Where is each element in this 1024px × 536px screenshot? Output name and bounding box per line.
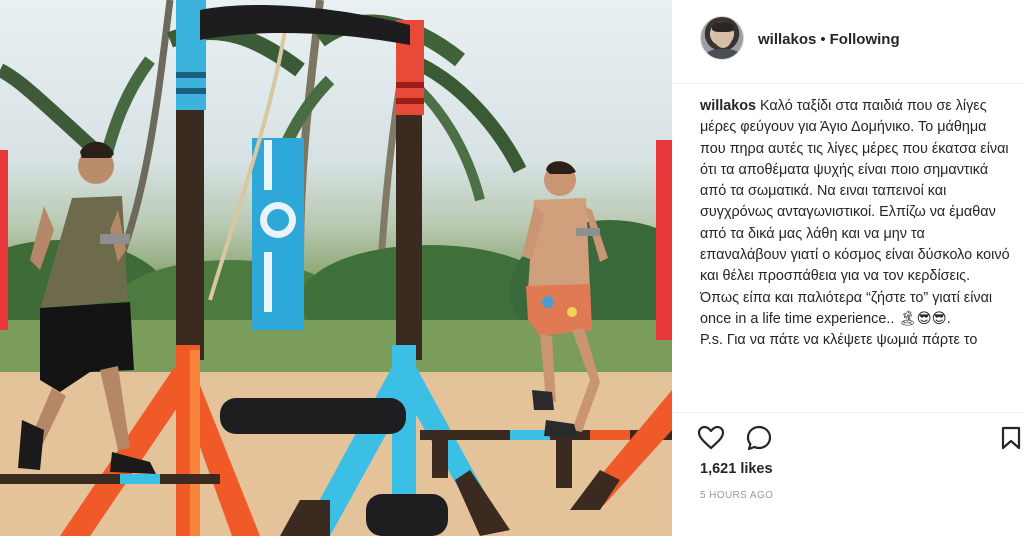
following-button[interactable]: Following bbox=[830, 31, 900, 48]
photo-scene bbox=[0, 0, 672, 536]
post-timestamp[interactable]: 5 HOURS AGO bbox=[700, 490, 773, 501]
red-banner-left bbox=[0, 150, 8, 330]
caption-username-link[interactable]: willakos bbox=[700, 98, 756, 114]
team-flag bbox=[252, 138, 304, 330]
save-button[interactable] bbox=[996, 423, 1024, 453]
like-button[interactable] bbox=[696, 423, 726, 453]
caption-paragraph-2: P.s. Για να πάτε να κλέψετε ψωμιά πάρτε … bbox=[700, 332, 978, 349]
comment-icon bbox=[746, 425, 772, 451]
separator-dot: • bbox=[820, 31, 826, 48]
caption-text: Καλό ταξίδι στα παιδιά που σε λίγες μέρε… bbox=[700, 98, 1010, 327]
likes-count[interactable]: 1,621 likes bbox=[700, 461, 773, 477]
post-actions: 1,621 likes 5 HOURS AGO bbox=[672, 412, 1024, 536]
bookmark-icon bbox=[1001, 426, 1021, 450]
user-line: willakos • Following bbox=[758, 31, 900, 49]
avatar-shirt bbox=[705, 49, 741, 59]
post-sidebar: willakos • Following willakos Καλό ταξίδι … bbox=[672, 0, 1024, 536]
avatar[interactable] bbox=[700, 16, 744, 60]
post-header: willakos • Following bbox=[672, 0, 1024, 84]
caption-paragraph-1: willakos Καλό ταξίδι στα παιδιά που σε λ… bbox=[700, 96, 1012, 330]
username-link[interactable]: willakos bbox=[758, 31, 816, 48]
post-photo[interactable] bbox=[0, 0, 672, 536]
red-banner bbox=[656, 140, 672, 340]
heart-icon bbox=[698, 426, 724, 450]
comment-button[interactable] bbox=[744, 423, 774, 453]
caption: willakos Καλό ταξίδι στα παιδιά που σε λ… bbox=[700, 96, 1012, 412]
avatar-hair bbox=[712, 22, 734, 32]
